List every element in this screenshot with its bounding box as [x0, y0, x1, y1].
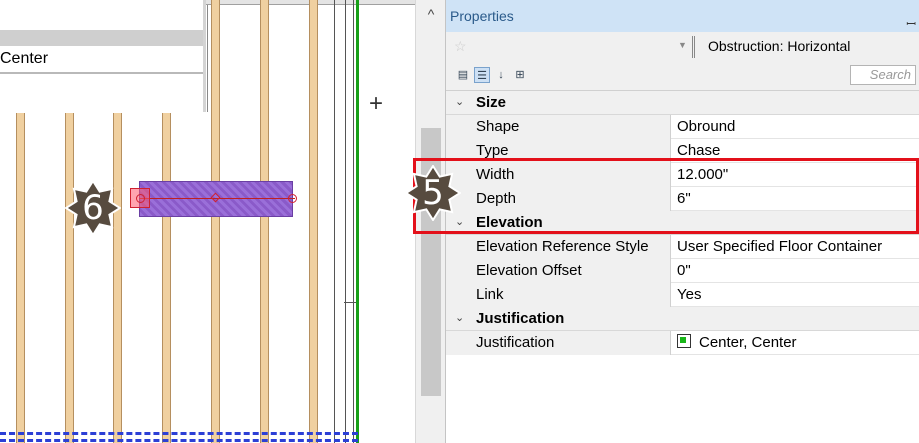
reference-line	[344, 302, 356, 303]
crosshair-cursor-icon: +	[369, 90, 384, 117]
reference-line	[334, 0, 335, 443]
type-selector-divider	[692, 36, 695, 58]
property-row[interactable]: Shape Obround	[446, 115, 919, 139]
chevron-down-icon[interactable]: ⌄	[455, 95, 464, 108]
scroll-up-icon[interactable]: ^	[416, 6, 446, 22]
callout-badge: 6	[65, 180, 121, 236]
property-value[interactable]: Obround	[671, 115, 919, 139]
callout-number: 5	[422, 173, 444, 213]
reference-line	[353, 0, 354, 443]
subwindow-frame-left	[203, 0, 206, 112]
type-selector[interactable]: ☆ ▼ Obstruction: Horizontal	[446, 32, 919, 63]
grid-line[interactable]	[356, 0, 359, 443]
group-label: Size	[476, 94, 507, 111]
callout-badge: 5	[405, 165, 461, 221]
property-value[interactable]: Yes	[671, 283, 919, 307]
group-header-size[interactable]: ⌄ Size	[446, 91, 919, 115]
property-value-text: Center, Center	[699, 334, 797, 351]
end-grip[interactable]	[136, 194, 145, 203]
reference-line	[345, 0, 346, 443]
property-row[interactable]: Elevation Reference Style User Specified…	[446, 235, 919, 259]
framing-member[interactable]	[211, 0, 220, 443]
group-label: Justification	[476, 310, 565, 327]
expand-all-icon[interactable]: ⊞	[512, 67, 528, 83]
dashed-boundary	[0, 432, 358, 435]
family-preview-icon: ☆	[454, 38, 467, 54]
categorized-view-icon[interactable]: ▤	[455, 67, 471, 83]
properties-title-bar[interactable]: Properties ꟷ	[446, 0, 919, 32]
group-header-justification[interactable]: ⌄ Justification	[446, 307, 919, 331]
framing-member[interactable]	[65, 113, 74, 443]
property-name: Shape	[471, 115, 671, 139]
grouped-view-icon[interactable]: ☰	[474, 67, 490, 83]
callout-number: 6	[82, 188, 104, 228]
property-name: Justification	[471, 331, 671, 355]
framing-member[interactable]	[16, 113, 25, 443]
chevron-down-icon[interactable]: ⌄	[455, 311, 464, 324]
canvas-center-label: Center	[0, 50, 49, 67]
column-header-strip	[0, 30, 206, 46]
framing-member[interactable]	[162, 113, 171, 443]
type-selector-value[interactable]: Obstruction: Horizontal	[708, 38, 850, 54]
property-row[interactable]: Elevation Offset 0"	[446, 259, 919, 283]
property-value[interactable]: Center, Center	[671, 331, 919, 355]
end-grip[interactable]	[288, 194, 297, 203]
property-value[interactable]: 0"	[671, 259, 919, 283]
highlight-box	[413, 158, 919, 234]
property-name: Elevation Reference Style	[471, 235, 671, 259]
property-name: Link	[471, 283, 671, 307]
property-value[interactable]: User Specified Floor Container	[671, 235, 919, 259]
search-input[interactable]: Search	[850, 65, 916, 85]
property-row[interactable]: Link Yes	[446, 283, 919, 307]
framing-member[interactable]	[113, 113, 122, 443]
dashed-boundary	[0, 439, 358, 442]
framing-member[interactable]	[260, 0, 269, 443]
drawing-canvas[interactable]: Center + 6	[0, 0, 415, 443]
properties-toolbar: ▤ ☰ ↓ ⊞ Search	[446, 62, 919, 91]
subwindow-frame-line	[207, 0, 208, 112]
sort-alphabetical-icon[interactable]: ↓	[493, 67, 509, 83]
justification-center-icon	[677, 334, 691, 348]
property-row[interactable]: Justification Center, Center	[446, 331, 919, 355]
canvas-divider	[0, 72, 206, 74]
chevron-down-icon[interactable]: ▼	[678, 40, 687, 50]
framing-member[interactable]	[309, 0, 318, 443]
properties-title: Properties	[450, 8, 514, 24]
property-name: Elevation Offset	[471, 259, 671, 283]
